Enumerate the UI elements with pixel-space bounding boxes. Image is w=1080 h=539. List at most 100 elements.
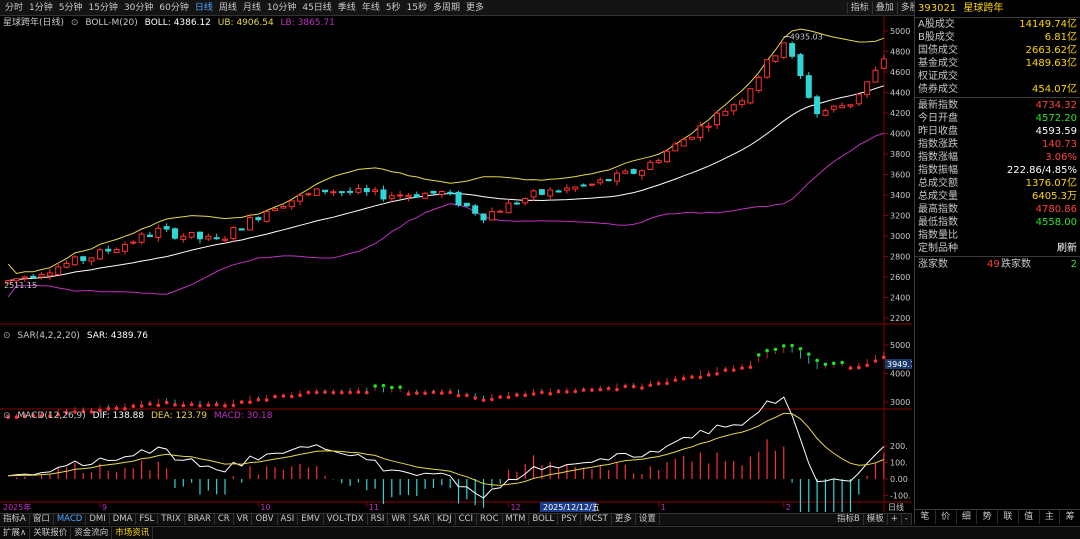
candle-body[interactable] [355,187,362,193]
candle-body[interactable] [63,262,70,268]
indicator-right-tab-2[interactable]: + [888,514,902,525]
tab-period-16[interactable]: 更多 [463,2,487,14]
status-tab-0[interactable]: 扩展∧ [0,527,31,539]
indicator-tab-16[interactable]: SAR [410,514,434,525]
candle-body[interactable] [313,188,320,196]
status-tab-3[interactable]: 市场资讯 [112,527,154,539]
tab-period-8[interactable]: 月线 [240,2,264,14]
candle-body[interactable] [555,190,562,193]
candle-body[interactable] [447,191,454,195]
tab-period-11[interactable]: 季线 [335,2,359,14]
candle-body[interactable] [171,228,178,239]
candle-body[interactable] [538,189,545,195]
candle-body[interactable] [488,211,495,221]
indicator-tab-12[interactable]: EMV [298,514,324,525]
indicator-tab-2[interactable]: MACD [54,514,87,525]
candle-body[interactable] [689,136,696,140]
indicator-tab-13[interactable]: VOL-TDX [324,514,368,525]
candle-body[interactable] [480,213,487,221]
candle-body[interactable] [764,59,771,78]
candle-body[interactable] [839,105,846,109]
indicator-right-tab-3[interactable]: - [902,514,912,525]
candle-body[interactable] [463,202,470,207]
indicator-tab-17[interactable]: KDJ [434,514,456,525]
candle-body[interactable] [130,241,137,244]
tab-period-15[interactable]: 多周期 [430,2,463,14]
candle-body[interactable] [755,76,762,92]
candle-body[interactable] [613,172,620,182]
indicator-tab-11[interactable]: ASI [278,514,299,525]
indicator-gear-icon[interactable]: ⊙ [3,331,11,341]
candle-body[interactable] [96,249,103,260]
indicator-tab-22[interactable]: PSY [558,514,581,525]
tab-period-2[interactable]: 5分钟 [56,2,86,14]
indicator-tab-23[interactable]: MCST [581,514,612,525]
candle-body[interactable] [422,192,429,199]
status-tab-1[interactable]: 关联报价 [30,527,72,539]
tab-period-14[interactable]: 15秒 [404,2,430,14]
candle-body[interactable] [180,235,187,240]
candle-body[interactable] [438,190,445,195]
candle-body[interactable] [580,184,587,187]
candle-body[interactable] [497,210,504,213]
candle-body[interactable] [30,275,37,279]
candle-body[interactable] [247,217,254,231]
tab-period-5[interactable]: 60分钟 [156,2,191,14]
candle-body[interactable] [822,109,829,116]
tool-button-1[interactable]: 叠加 [871,2,897,14]
candle-body[interactable] [814,96,821,115]
indicator-tab-14[interactable]: RSI [368,514,389,525]
candle-body[interactable] [797,54,804,77]
indicator-tab-1[interactable]: 窗口 [30,514,54,525]
indicator-tab-8[interactable]: CR [215,514,234,525]
indicator-tab-5[interactable]: FSL [136,514,159,525]
candle-body[interactable] [230,226,237,240]
candle-body[interactable] [188,232,195,238]
candle-body[interactable] [71,256,78,266]
candle-body[interactable] [780,42,787,58]
kline-chart[interactable]: 5000 4800 4600 4400 4200 4000 3800 3600 3400 3200… [0,16,915,539]
candle-body[interactable] [455,191,462,206]
indicator-tab-7[interactable]: BRAR [185,514,215,525]
indicator-tab-0[interactable]: 指标A [0,514,30,525]
candle-body[interactable] [380,189,387,200]
candle-body[interactable] [288,200,295,208]
candle-body[interactable] [338,191,345,194]
indicator-gear-icon[interactable]: ⊙ [71,18,79,28]
candle-body[interactable] [221,238,229,241]
tab-period-12[interactable]: 年线 [359,2,383,14]
candle-body[interactable] [330,191,337,194]
candle-body[interactable] [530,190,537,198]
indicator-tab-21[interactable]: BOLL [529,514,559,525]
candle-body[interactable] [163,226,170,230]
candle-body[interactable] [55,266,62,276]
candle-body[interactable] [155,227,162,238]
candle-body[interactable] [472,205,479,214]
tab-period-0[interactable]: 分时 [2,2,26,14]
candle-body[interactable] [855,93,862,105]
candle-body[interactable] [805,75,812,98]
status-tab-2[interactable]: 资金流向 [71,527,113,539]
candle-body[interactable] [864,81,871,95]
candle-body[interactable] [622,170,629,174]
candle-body[interactable] [697,125,704,138]
candle-body[interactable] [46,272,53,277]
candle-body[interactable] [588,183,595,186]
candle-body[interactable] [121,243,128,252]
candle-body[interactable] [597,179,604,184]
candle-body[interactable] [730,104,737,112]
indicator-tab-3[interactable]: DMI [86,514,110,525]
candle-body[interactable] [388,195,395,199]
candle-body[interactable] [113,248,120,253]
tab-period-7[interactable]: 周线 [216,2,240,14]
candle-body[interactable] [672,143,679,152]
tab-period-13[interactable]: 5秒 [383,2,404,14]
indicator-tab-20[interactable]: MTM [503,514,530,525]
candle-body[interactable] [263,211,270,222]
tab-period-3[interactable]: 15分钟 [85,2,120,14]
candle-body[interactable] [347,190,354,193]
candle-body[interactable] [705,125,712,128]
candle-body[interactable] [38,273,45,278]
panel-tab-6[interactable]: 主 [1040,510,1061,524]
indicator-tab-4[interactable]: DMA [110,514,137,525]
